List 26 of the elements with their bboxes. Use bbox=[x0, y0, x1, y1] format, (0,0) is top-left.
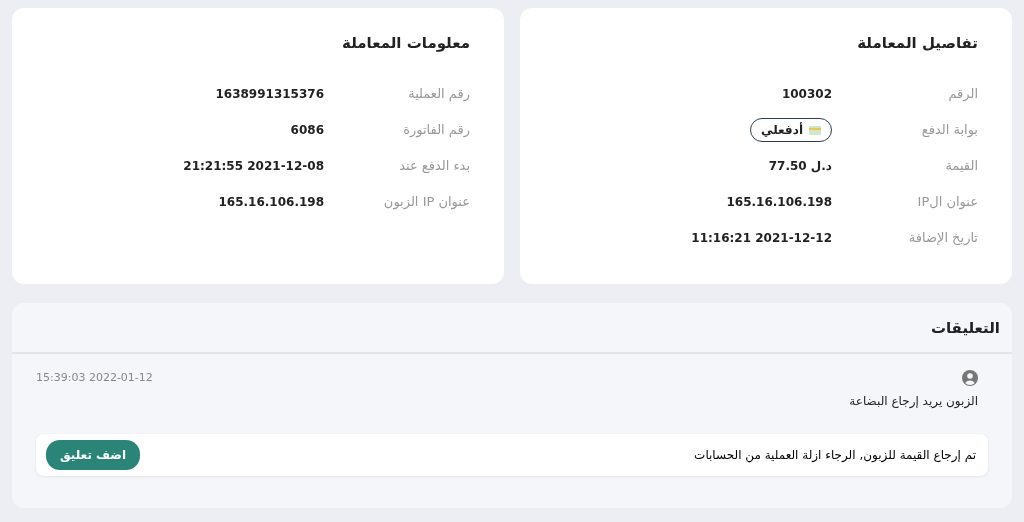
card-title: تفاصيل المعاملة bbox=[856, 34, 978, 52]
comment-field[interactable]: تم إرجاع القيمة للزبون, الرجاء ازلة العملية من الحسابات اضف تعليق bbox=[36, 434, 988, 476]
field-label: عنوان IP الزبون bbox=[382, 193, 470, 212]
card-icon bbox=[809, 125, 821, 135]
field-label: رقم العملية bbox=[407, 85, 470, 104]
field-label: بدء الدفع عند bbox=[398, 157, 470, 176]
field-value: 21:21:55 2021-12-08 bbox=[183, 159, 324, 173]
field-value: 165.16.106.198 bbox=[218, 195, 324, 209]
user-icon bbox=[962, 369, 978, 386]
add-comment-button[interactable]: اضف تعليق bbox=[46, 440, 141, 470]
field-value: 100302 bbox=[781, 87, 832, 101]
field-label: القيمة bbox=[944, 157, 978, 176]
field-value: 11:16:21 2021-12-12 bbox=[691, 231, 832, 245]
card-title: معلومات المعاملة bbox=[341, 34, 470, 52]
comment-time: 15:39:03 2022-01-12 bbox=[36, 369, 153, 386]
field-value: 6086 bbox=[290, 123, 324, 137]
field-label: رقم الفاتورة bbox=[402, 121, 470, 140]
field-value: 165.16.106.198 bbox=[726, 195, 832, 209]
comment-text: الزبون يريد إرجاع البضاعة bbox=[848, 393, 978, 410]
field-label: الرقم bbox=[947, 85, 978, 104]
field-label: عنوان الIP bbox=[916, 193, 978, 212]
section-title: التعليقات bbox=[930, 319, 1000, 337]
field-label: بوابة الدفع bbox=[920, 121, 978, 140]
field-value: 1638991315376 bbox=[215, 87, 324, 101]
field-value: 77.50 د.ل bbox=[768, 159, 832, 173]
field-label: تاريخ الإضافة bbox=[907, 229, 978, 248]
